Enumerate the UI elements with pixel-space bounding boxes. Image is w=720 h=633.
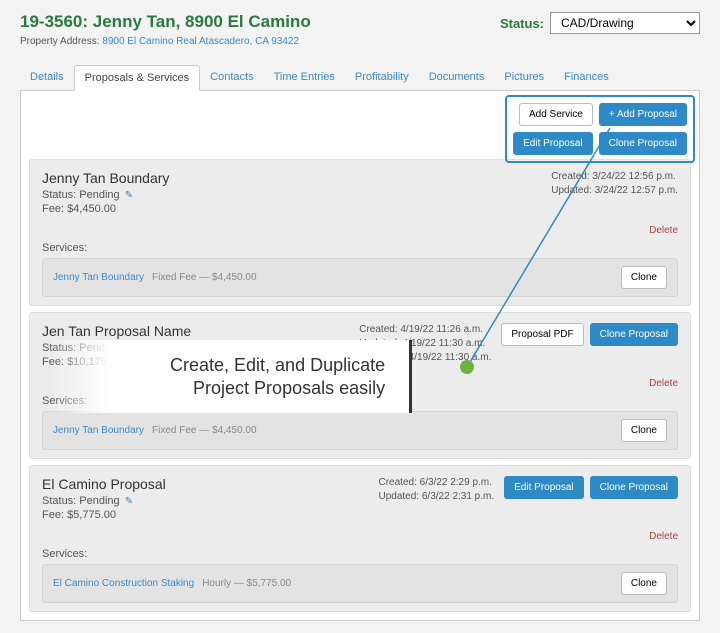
proposal-status: Status: Pending ✎ bbox=[42, 189, 169, 201]
proposal-meta: Created: 3/24/22 12:56 p.m.Updated: 3/24… bbox=[551, 170, 678, 198]
edit-proposal-button[interactable]: Edit Proposal bbox=[513, 132, 592, 155]
tab-documents[interactable]: Documents bbox=[419, 65, 495, 90]
clone-service-button[interactable]: Clone bbox=[621, 266, 667, 289]
edit-proposal-button[interactable]: Edit Proposal bbox=[504, 476, 583, 499]
proposal-name: Jenny Tan Boundary bbox=[42, 170, 169, 186]
service-row: El Camino Construction Staking Hourly — $… bbox=[42, 564, 678, 603]
clone-proposal-button[interactable]: Clone Proposal bbox=[590, 323, 678, 346]
tab-contacts[interactable]: Contacts bbox=[200, 65, 263, 90]
service-name[interactable]: El Camino Construction Staking bbox=[53, 578, 194, 589]
clone-proposal-button[interactable]: Clone Proposal bbox=[590, 476, 678, 499]
proposal-name: Jen Tan Proposal Name bbox=[42, 323, 191, 339]
clone-proposal-button[interactable]: Clone Proposal bbox=[599, 132, 687, 155]
add-service-button[interactable]: Add Service bbox=[519, 103, 593, 126]
proposal-fee: Fee: $4,450.00 bbox=[42, 203, 169, 215]
tab-finances[interactable]: Finances bbox=[554, 65, 619, 90]
delete-link[interactable]: Delete bbox=[42, 225, 678, 236]
property-address-link[interactable]: 8900 El Camino Real Atascadero, CA 93422 bbox=[102, 36, 299, 47]
property-address-row: Property Address: 8900 El Camino Real At… bbox=[20, 36, 311, 47]
annotation-overlay: Create, Edit, and Duplicate Project Prop… bbox=[110, 340, 412, 413]
proposal-meta: Created: 6/3/22 2:29 p.m.Updated: 6/3/22… bbox=[379, 476, 495, 504]
proposal-status: Status: Pending ✎ bbox=[42, 495, 166, 507]
service-detail: Fixed Fee — $4,450.00 bbox=[152, 272, 257, 283]
proposal-card: El Camino Proposal Status: Pending ✎ Fee: … bbox=[29, 465, 691, 612]
clone-service-button[interactable]: Clone bbox=[621, 419, 667, 442]
status-label: Status: bbox=[500, 16, 544, 31]
tab-time-entries[interactable]: Time Entries bbox=[264, 65, 345, 90]
annotation-dot bbox=[460, 360, 474, 374]
proposal-card: Jenny Tan Boundary Status: Pending ✎ Fee: … bbox=[29, 159, 691, 306]
service-name[interactable]: Jenny Tan Boundary bbox=[53, 272, 144, 283]
project-title: 19-3560: Jenny Tan, 8900 El Camino bbox=[20, 12, 311, 32]
delete-link[interactable]: Delete bbox=[42, 531, 678, 542]
services-label: Services: bbox=[42, 548, 678, 560]
tab-proposals-services[interactable]: Proposals & Services bbox=[74, 65, 201, 91]
page-header: 19-3560: Jenny Tan, 8900 El Camino Prope… bbox=[20, 12, 700, 47]
action-callout: Add Service + Add Proposal Edit Proposal… bbox=[505, 95, 695, 163]
add-proposal-button[interactable]: + Add Proposal bbox=[599, 103, 687, 126]
proposal-pdf-button[interactable]: Proposal PDF bbox=[501, 323, 583, 346]
service-detail: Hourly — $5,775.00 bbox=[202, 578, 291, 589]
pencil-icon[interactable]: ✎ bbox=[125, 496, 133, 507]
service-name[interactable]: Jenny Tan Boundary bbox=[53, 425, 144, 436]
tab-details[interactable]: Details bbox=[20, 65, 74, 90]
proposal-name: El Camino Proposal bbox=[42, 476, 166, 492]
proposal-fee: Fee: $5,775.00 bbox=[42, 509, 166, 521]
pencil-icon[interactable]: ✎ bbox=[125, 190, 133, 201]
clone-service-button[interactable]: Clone bbox=[621, 572, 667, 595]
services-label: Services: bbox=[42, 242, 678, 254]
tab-pictures[interactable]: Pictures bbox=[494, 65, 554, 90]
status-select[interactable]: CAD/Drawing bbox=[550, 12, 700, 34]
tab-profitability[interactable]: Profitability bbox=[345, 65, 419, 90]
service-detail: Fixed Fee — $4,450.00 bbox=[152, 425, 257, 436]
service-row: Jenny Tan Boundary Fixed Fee — $4,450.00 C… bbox=[42, 258, 678, 297]
service-row: Jenny Tan Boundary Fixed Fee — $4,450.00 C… bbox=[42, 411, 678, 450]
tab-bar: DetailsProposals & ServicesContactsTime … bbox=[20, 65, 700, 91]
